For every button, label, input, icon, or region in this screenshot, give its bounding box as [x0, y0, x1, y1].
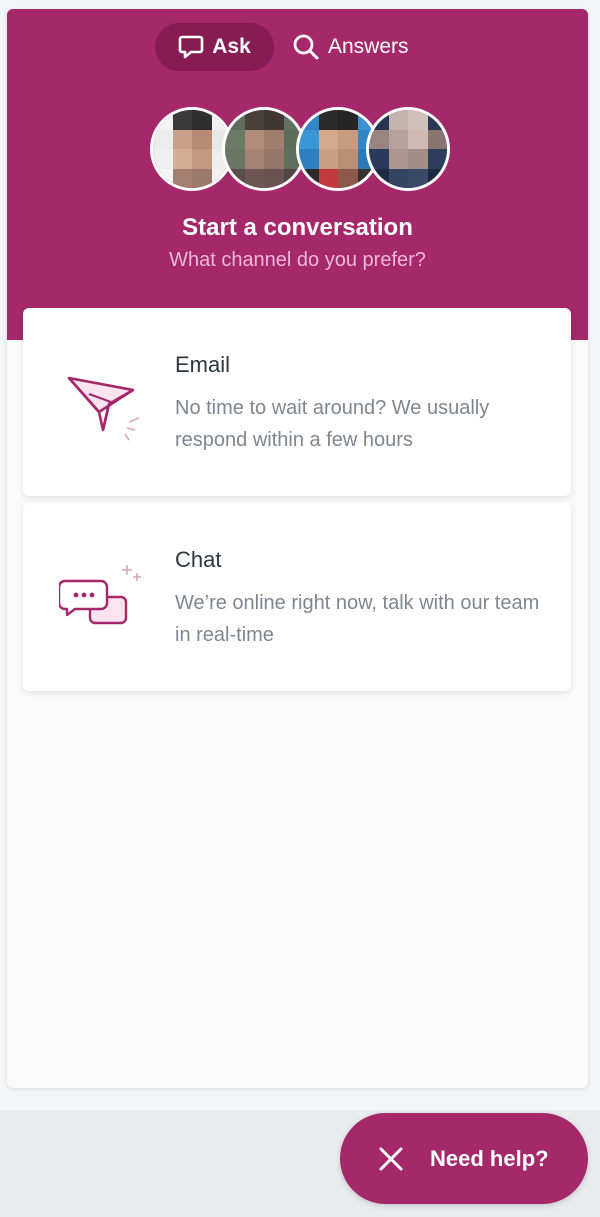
need-help-button[interactable]: Need help? [340, 1113, 588, 1204]
channel-card-email[interactable]: Email No time to wait around? We usually… [23, 308, 571, 496]
header-subtitle: What channel do you prefer? [169, 249, 426, 271]
close-icon [379, 1147, 403, 1171]
tab-answers[interactable]: Answers [292, 23, 409, 71]
paper-plane-icon [67, 376, 140, 441]
search-icon [293, 34, 319, 60]
widget-header: Ask Answers Start a conversation What ch… [7, 9, 588, 340]
help-widget-panel: Ask Answers Start a conversation What ch… [7, 9, 588, 1088]
card-title: Chat [175, 547, 222, 572]
tab-answers-label: Answers [328, 35, 409, 58]
tab-ask-label: Ask [212, 35, 251, 58]
team-avatars [150, 107, 450, 191]
card-title: Email [175, 352, 231, 377]
avatar [222, 107, 306, 191]
card-description: No time to wait around? We usually respo… [175, 397, 490, 451]
channel-card-chat[interactable]: Chat We’re online right now, talk with o… [23, 503, 571, 691]
speech-bubble-icon [178, 35, 204, 59]
tab-ask[interactable]: Ask [155, 23, 274, 71]
chat-bubbles-icon [59, 565, 141, 625]
card-description: We’re online right now, talk with our te… [175, 592, 540, 646]
need-help-label: Need help? [430, 1146, 549, 1171]
widget-nav: Ask Answers [7, 23, 588, 71]
avatar [366, 107, 450, 191]
header-title: Start a conversation [182, 214, 413, 241]
